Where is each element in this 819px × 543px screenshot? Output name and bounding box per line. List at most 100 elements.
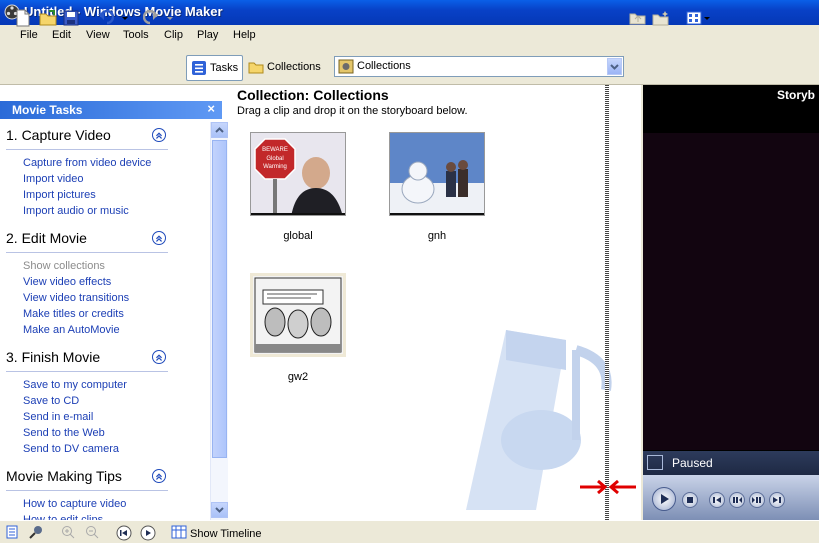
- clip-thumbnail: BEWARE Global Warming: [250, 132, 346, 216]
- chevron-down-icon: [610, 64, 619, 70]
- stop-button[interactable]: [682, 492, 698, 508]
- close-tasks-pane-button[interactable]: ×: [207, 101, 215, 116]
- show-timeline-button[interactable]: Show Timeline: [190, 528, 262, 540]
- clip-gnh[interactable]: gnh: [389, 132, 487, 252]
- arrow-up-icon: [215, 127, 224, 133]
- section-movie-making-tips[interactable]: Movie Making Tips: [6, 468, 168, 491]
- timeline-icon[interactable]: [171, 525, 187, 539]
- task-link[interactable]: Send to the Web: [23, 427, 105, 439]
- menu-clip[interactable]: Clip: [164, 29, 183, 41]
- collection-select[interactable]: Collections: [334, 56, 624, 77]
- views-button[interactable]: [686, 7, 710, 29]
- section-capture-video[interactable]: 1. Capture Video: [6, 127, 168, 150]
- save-disk-icon: [63, 10, 79, 26]
- frame-back-icon: [733, 497, 742, 503]
- task-link[interactable]: Import video: [23, 173, 84, 185]
- clip-name: gw2: [287, 371, 309, 383]
- scroll-thumb[interactable]: [212, 140, 227, 458]
- next-frame-button[interactable]: [749, 492, 765, 508]
- task-link[interactable]: Make titles or credits: [23, 308, 124, 320]
- pane-splitter[interactable]: [605, 85, 609, 520]
- arrow-down-icon: [215, 507, 224, 513]
- clip-image: [390, 133, 484, 215]
- redo-button[interactable]: [143, 7, 173, 29]
- menu-file[interactable]: File: [20, 29, 38, 41]
- tasks-scrollbar[interactable]: [210, 122, 228, 520]
- save-project-button[interactable]: [63, 7, 79, 29]
- section-finish-movie[interactable]: 3. Finish Movie: [6, 349, 168, 372]
- task-link[interactable]: Import pictures: [23, 189, 96, 201]
- clip-image: BEWARE Global Warming: [251, 133, 345, 215]
- menu-tools[interactable]: Tools: [123, 29, 149, 41]
- task-link[interactable]: Send in e-mail: [23, 411, 93, 423]
- tasks-button-label: Tasks: [210, 62, 239, 74]
- movie-tasks-header: Movie Tasks ×: [0, 101, 222, 119]
- preview-screen: [643, 133, 819, 450]
- clip-global[interactable]: BEWARE Global Warming global: [250, 132, 348, 252]
- sign-text: Global: [266, 156, 283, 162]
- chevron-up-icon[interactable]: [152, 128, 166, 142]
- preview-monitor: Storyb Paused: [643, 85, 819, 520]
- task-link[interactable]: View video effects: [23, 276, 111, 288]
- new-collection-folder-button[interactable]: [652, 7, 670, 29]
- sign-text: Warming: [263, 164, 287, 170]
- task-link: Show collections: [23, 260, 105, 272]
- undo-button[interactable]: [98, 7, 128, 29]
- tasks-button[interactable]: Tasks: [186, 55, 243, 81]
- collection-pane: Collection: Collections Drag a clip and …: [231, 85, 641, 520]
- new-folder-icon: [652, 11, 669, 26]
- menu-help[interactable]: Help: [233, 29, 256, 41]
- section-edit-movie[interactable]: 2. Edit Movie: [6, 230, 168, 253]
- collection-subtitle: Drag a clip and drop it on the storyboar…: [237, 105, 468, 117]
- preview-status: Paused: [672, 456, 713, 470]
- previous-frame-button[interactable]: [729, 492, 745, 508]
- scroll-down-button[interactable]: [211, 502, 228, 518]
- narrate-microphone-icon[interactable]: [29, 525, 43, 539]
- task-link[interactable]: Import audio or music: [23, 205, 129, 217]
- task-link[interactable]: Capture from video device: [23, 157, 151, 169]
- movie-tasks-title: Movie Tasks: [12, 103, 83, 117]
- menu-edit[interactable]: Edit: [52, 29, 71, 41]
- tasks-list-icon: [192, 61, 206, 75]
- stop-icon: [687, 497, 693, 503]
- scroll-up-button[interactable]: [211, 122, 228, 138]
- task-link[interactable]: Save to CD: [23, 395, 79, 407]
- zoom-in-icon[interactable]: [61, 525, 75, 539]
- movie-tasks-pane: Movie Tasks × 1. Capture Video Capture f…: [0, 85, 231, 520]
- task-link[interactable]: View video transitions: [23, 292, 129, 304]
- play-button[interactable]: [652, 487, 676, 511]
- zoom-out-icon[interactable]: [85, 525, 99, 539]
- storyboard-icon[interactable]: [6, 525, 18, 539]
- skip-back-icon: [713, 497, 721, 503]
- fullscreen-icon[interactable]: [647, 455, 663, 470]
- combo-dropdown-button[interactable]: [607, 58, 622, 75]
- folder-up-icon: [629, 13, 646, 25]
- rewind-storyboard-icon[interactable]: [116, 525, 132, 541]
- chevron-up-icon[interactable]: [152, 231, 166, 245]
- clip-name: global: [283, 230, 313, 242]
- collections-film-icon: [338, 59, 354, 74]
- section-title: 3. Finish Movie: [6, 349, 101, 365]
- clip-name: gnh: [427, 230, 447, 242]
- menu-view[interactable]: View: [86, 29, 110, 41]
- clip-gw2[interactable]: gw2: [250, 273, 348, 393]
- menu-play[interactable]: Play: [197, 29, 218, 41]
- previous-clip-button[interactable]: [709, 492, 725, 508]
- collections-button[interactable]: Collections: [248, 55, 321, 79]
- red-arrow-annotation-icon: [580, 479, 636, 495]
- task-link[interactable]: How to capture video: [23, 498, 126, 510]
- chevron-up-icon[interactable]: [152, 469, 166, 483]
- clip-thumbnail: [389, 132, 485, 216]
- open-project-button[interactable]: [39, 7, 57, 29]
- folder-icon: [248, 62, 264, 74]
- collections-button-label: Collections: [267, 61, 321, 73]
- task-link[interactable]: Make an AutoMovie: [23, 324, 120, 336]
- section-title: 2. Edit Movie: [6, 230, 87, 246]
- new-project-button[interactable]: [15, 7, 31, 29]
- task-link[interactable]: Send to DV camera: [23, 443, 119, 455]
- task-link[interactable]: Save to my computer: [23, 379, 127, 391]
- play-storyboard-icon[interactable]: [140, 525, 156, 541]
- next-clip-button[interactable]: [769, 492, 785, 508]
- chevron-up-icon[interactable]: [152, 350, 166, 364]
- up-one-level-button[interactable]: [629, 7, 647, 29]
